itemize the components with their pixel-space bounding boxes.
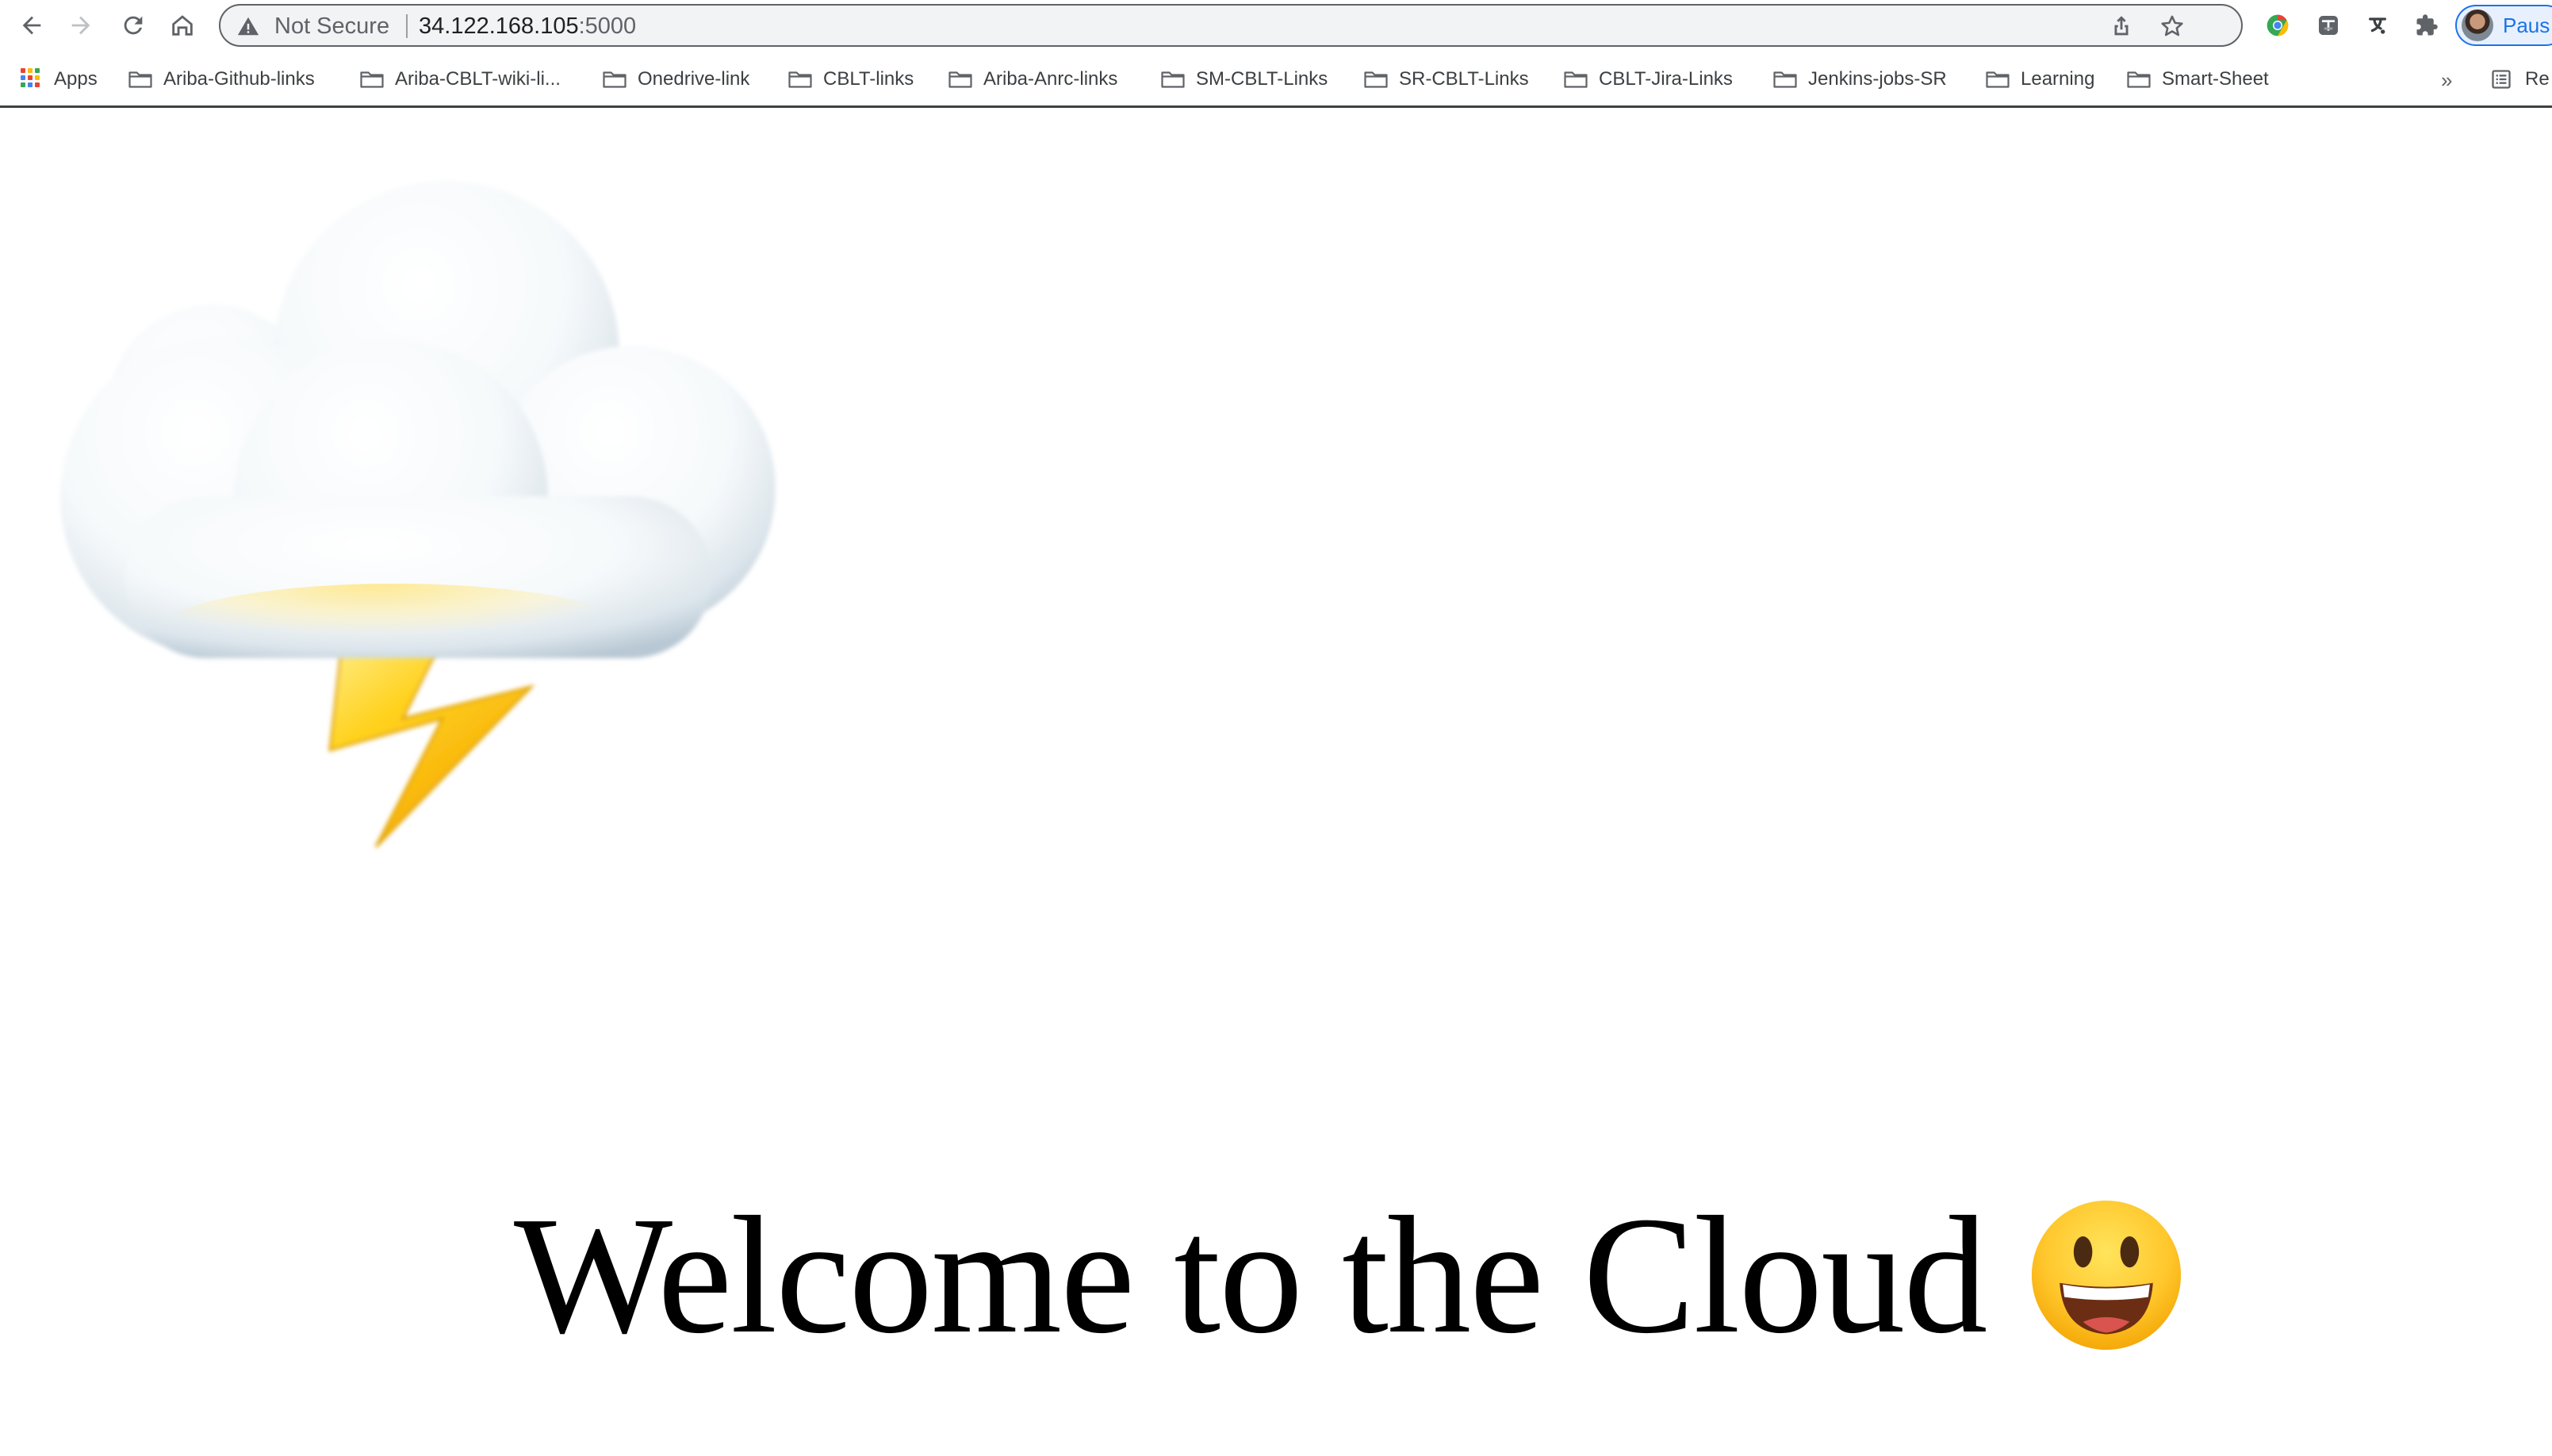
browser-toolbar: Not Secure 34.122.168.105:5000 Paus (0, 0, 2552, 51)
reading-list-label: Re (2525, 68, 2550, 90)
bookmark-folder[interactable]: SR-CBLT-Links (1364, 62, 1529, 97)
chrome-extension-button[interactable] (2260, 8, 2295, 43)
bookmark-label: CBLT-links (823, 68, 914, 90)
bookmark-label: SR-CBLT-Links (1399, 68, 1529, 90)
bookmark-label: Jenkins-jobs-SR (1808, 68, 1947, 90)
grinning-face-icon (2032, 1200, 2182, 1351)
apps-grid-icon (21, 68, 43, 90)
bookmark-label: Apps (54, 68, 98, 90)
folder-icon (2127, 71, 2151, 88)
bookmark-folder[interactable]: Ariba-Github-links (128, 62, 315, 97)
star-icon[interactable] (2159, 13, 2186, 40)
avatar (2462, 10, 2493, 41)
cloud-with-lightning-icon (60, 181, 776, 849)
reload-icon (124, 16, 143, 35)
toolbar-divider (0, 105, 2552, 108)
bookmark-label: SM-CBLT-Links (1196, 68, 1328, 90)
bookmark-folder[interactable]: Ariba-CBLT-wiki-li... (360, 62, 561, 97)
url-port: :5000 (578, 13, 637, 39)
folder-icon (1564, 71, 1588, 88)
arrow-right-icon (71, 16, 90, 35)
bookmark-label: Ariba-CBLT-wiki-li... (395, 68, 561, 90)
chrome-extension-icon (2267, 14, 2289, 36)
folder-icon (948, 71, 972, 88)
folder-icon (1773, 71, 1797, 88)
puzzle-icon (2416, 14, 2438, 36)
share-icon[interactable] (2108, 13, 2135, 40)
bookmark-apps[interactable]: Apps (21, 62, 98, 97)
bookmark-folder[interactable]: Ariba-Anrc-links (948, 62, 1117, 97)
translate-extension-button[interactable] (2311, 8, 2346, 43)
folder-icon (1161, 71, 1185, 88)
folder-icon (1364, 71, 1388, 88)
warning-icon[interactable] (236, 14, 260, 38)
security-label[interactable]: Not Secure (274, 13, 389, 39)
bookmark-folder[interactable]: Jenkins-jobs-SR (1773, 62, 1947, 97)
folder-icon (128, 71, 152, 88)
bookmark-folder[interactable]: CBLT-Jira-Links (1564, 62, 1733, 97)
bookmarks-bar: Apps Ariba-Github-links Ariba-CBLT-wiki-… (0, 54, 2552, 105)
url-host: 34.122.168.105 (419, 13, 579, 39)
arrow-left-icon (22, 16, 41, 35)
bookmark-folder[interactable]: Onedrive-link (603, 62, 749, 97)
bookmark-label: Smart-Sheet (2162, 68, 2269, 90)
page-title: Welcome to the Cloud (514, 1182, 1987, 1368)
url-text[interactable]: 34.122.168.105:5000 (419, 13, 636, 39)
profile-button[interactable]: Paus (2455, 5, 2552, 46)
bookmark-label: Ariba-Github-links (163, 68, 315, 90)
reload-button[interactable] (114, 6, 152, 44)
reading-list-icon (2492, 70, 2511, 89)
back-button[interactable] (13, 6, 51, 44)
address-separator (406, 14, 408, 38)
bookmark-label: Learning (2021, 68, 2095, 90)
bookmarks-overflow-button[interactable]: » (2441, 68, 2452, 93)
folder-icon (788, 71, 812, 88)
grammar-extension-button[interactable] (2360, 8, 2395, 43)
translate-extension-icon (2319, 16, 2338, 35)
grammar-extension-icon (2369, 17, 2386, 34)
home-icon (172, 15, 193, 36)
bookmark-folder[interactable]: SM-CBLT-Links (1161, 62, 1328, 97)
folder-icon (1986, 71, 2010, 88)
forward-button[interactable] (62, 6, 100, 44)
home-button[interactable] (163, 6, 201, 44)
extensions-button[interactable] (2409, 8, 2444, 43)
bookmark-label: CBLT-Jira-Links (1599, 68, 1733, 90)
folder-icon (360, 71, 384, 88)
welcome-heading: Welcome to the Cloud (514, 1180, 2184, 1370)
bookmark-label: Ariba-Anrc-links (983, 68, 1118, 90)
reading-list-button[interactable]: Re (2490, 63, 2550, 95)
folder-icon (603, 71, 627, 88)
bookmark-folder[interactable]: Smart-Sheet (2127, 62, 2269, 97)
bookmark-folder[interactable]: CBLT-links (788, 62, 914, 97)
address-bar[interactable]: Not Secure 34.122.168.105:5000 (219, 4, 2243, 47)
bookmark-label: Onedrive-link (638, 68, 750, 90)
profile-label: Paus (2503, 13, 2550, 37)
bookmark-folder[interactable]: Learning (1986, 62, 2094, 97)
